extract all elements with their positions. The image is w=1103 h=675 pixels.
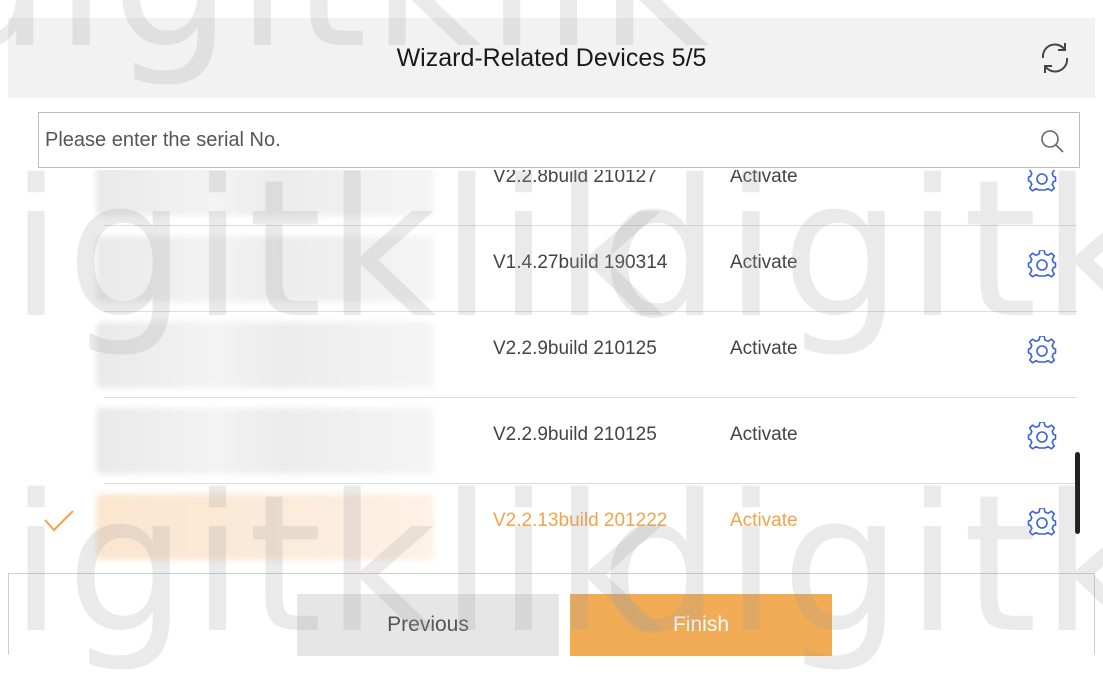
- search-icon[interactable]: [1039, 128, 1065, 154]
- finish-button[interactable]: Finish: [570, 594, 832, 656]
- device-version: V2.2.8build 210127: [493, 170, 657, 187]
- blurred-device-name: [96, 408, 434, 474]
- blurred-device-name: [96, 236, 434, 302]
- device-row[interactable]: V2.2.9build 210125 Activate: [0, 312, 1103, 398]
- device-version: V1.4.27build 190314: [493, 252, 668, 273]
- device-list[interactable]: V2.2.8build 210127 Activate V1.4.27build…: [0, 170, 1103, 570]
- header-bar: Wizard-Related Devices 5/5: [8, 18, 1095, 98]
- page-title: Wizard-Related Devices 5/5: [396, 44, 707, 72]
- activate-link[interactable]: Activate: [730, 338, 798, 360]
- footer-bar: Previous Finish: [8, 573, 1095, 656]
- device-row[interactable]: V2.2.8build 210127 Activate: [0, 170, 1103, 226]
- blurred-device-name: [96, 170, 434, 216]
- gear-icon[interactable]: [1027, 336, 1057, 366]
- gear-icon[interactable]: [1027, 508, 1057, 538]
- activate-link[interactable]: Activate: [730, 424, 798, 446]
- gear-icon[interactable]: [1027, 170, 1057, 194]
- gear-icon[interactable]: [1027, 250, 1057, 280]
- activate-link[interactable]: Activate: [730, 510, 798, 532]
- blurred-device-name: [96, 494, 434, 560]
- activate-link[interactable]: Activate: [730, 170, 798, 188]
- previous-button[interactable]: Previous: [297, 594, 559, 656]
- serial-search-input[interactable]: [39, 113, 1005, 167]
- device-version: V2.2.13build 201222: [493, 510, 668, 531]
- device-version: V2.2.9build 210125: [493, 424, 657, 445]
- blurred-device-name: [96, 322, 434, 388]
- device-row-selected[interactable]: V2.2.13build 201222 Activate: [0, 484, 1103, 570]
- list-scrollbar[interactable]: [1075, 452, 1080, 534]
- checkmark-icon[interactable]: [42, 508, 76, 534]
- refresh-icon: [1041, 43, 1069, 73]
- device-row[interactable]: V2.2.9build 210125 Activate: [0, 398, 1103, 484]
- gear-icon[interactable]: [1027, 422, 1057, 452]
- device-row[interactable]: V1.4.27build 190314 Activate: [0, 226, 1103, 312]
- device-version: V2.2.9build 210125: [493, 338, 657, 359]
- activate-link[interactable]: Activate: [730, 252, 798, 274]
- serial-search-box[interactable]: [38, 112, 1080, 168]
- refresh-button[interactable]: [1033, 36, 1077, 80]
